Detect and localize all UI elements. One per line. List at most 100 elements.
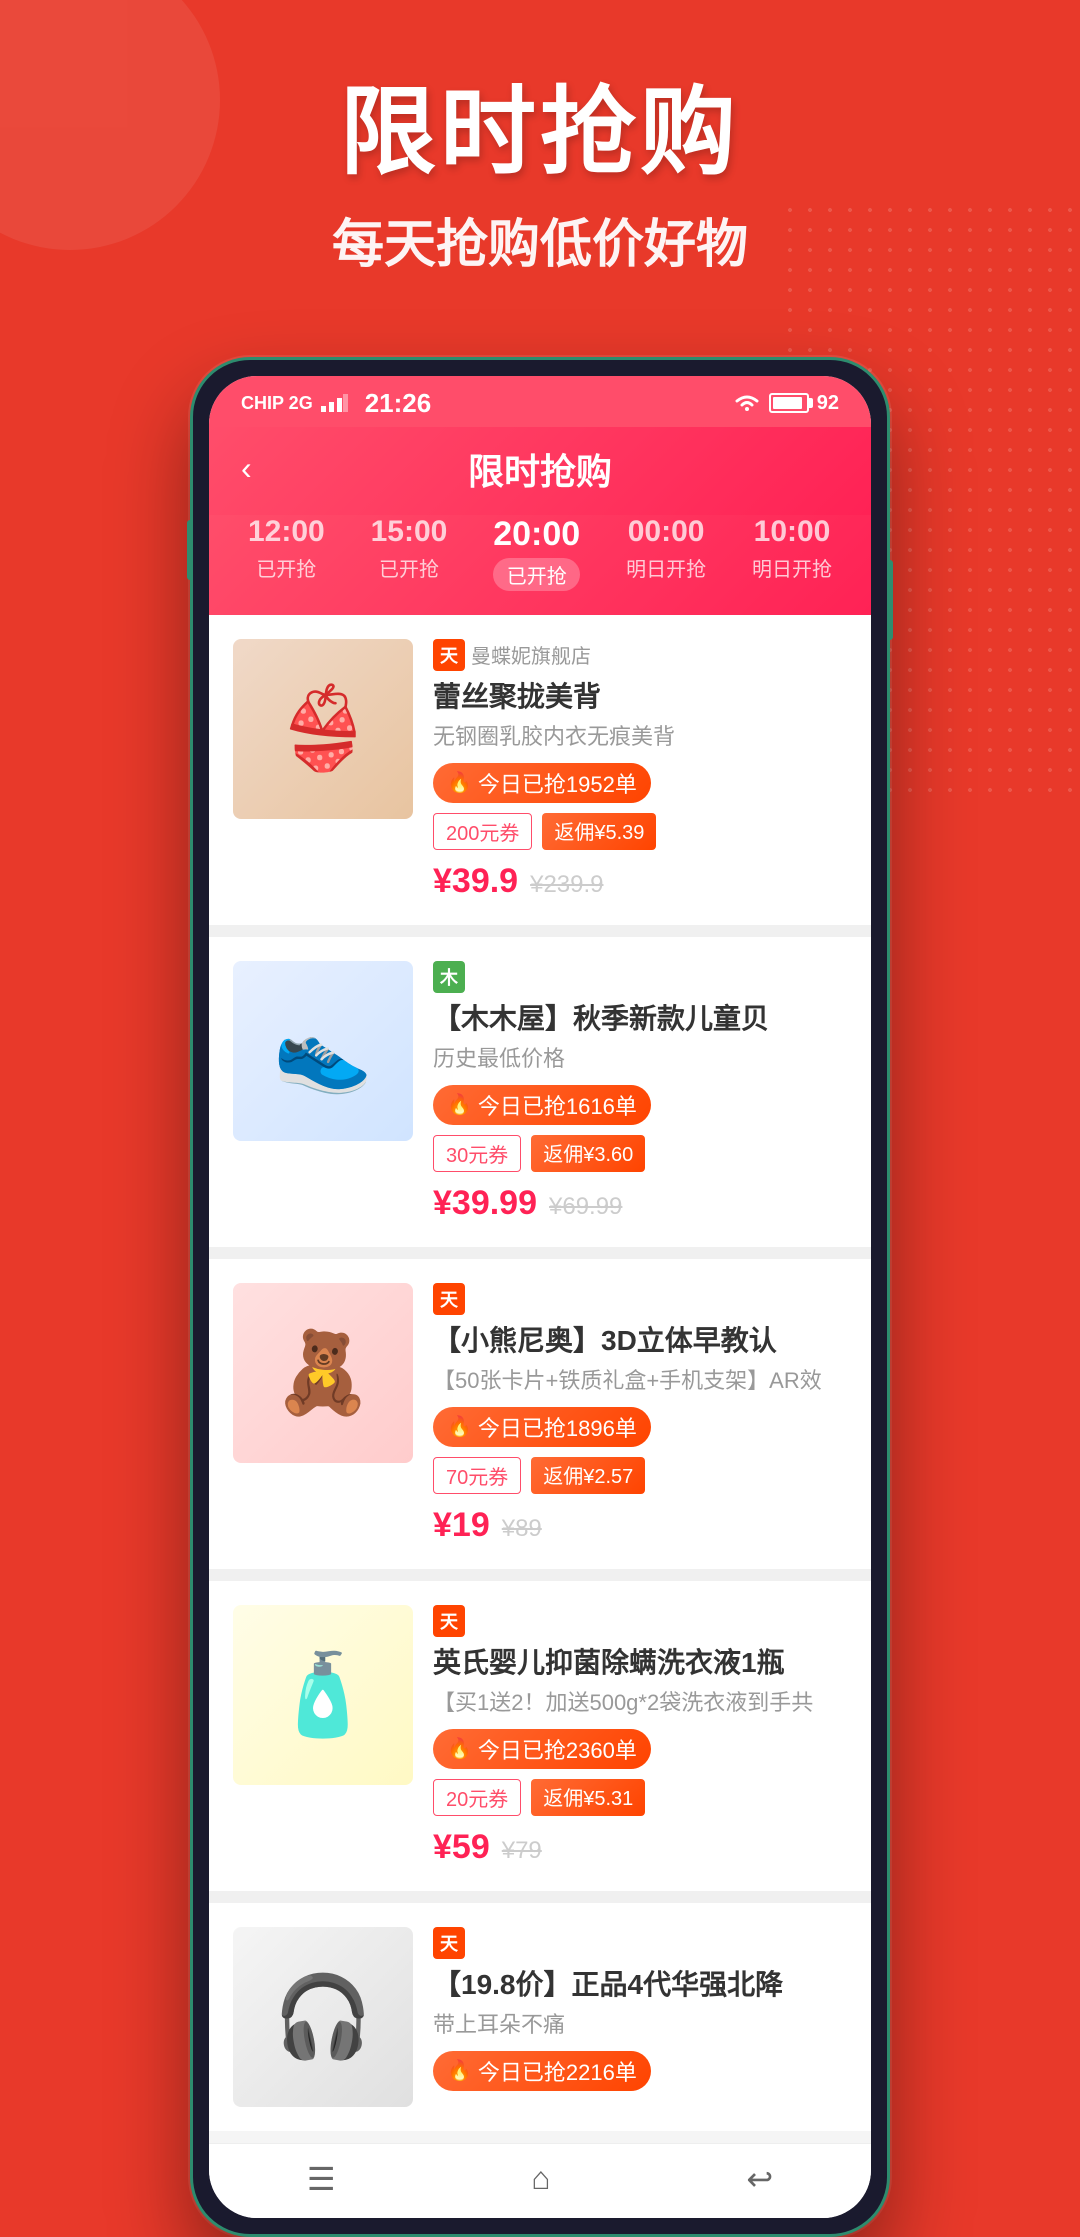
flash-count-2: 今日已抢1616单 [478,1089,637,1121]
product-desc-2: 历史最低价格 [433,1044,847,1075]
status-time: 21:26 [365,388,432,419]
product-image-5 [233,1927,413,2107]
flash-badge-1: 🔥 今日已抢1952单 [433,763,651,803]
product-info-4: 天 英氏婴儿抑菌除螨洗衣液1瓶 【买1送2！加送500g*2袋洗衣液到手共 🔥 … [433,1605,847,1867]
time-tab-15[interactable]: 15:00 已开抢 [371,515,448,591]
battery-icon [769,393,809,413]
product-name-4: 英氏婴儿抑菌除螨洗衣液1瓶 [433,1643,847,1682]
price-original-1: ¥239.9 [530,871,603,899]
product-info-5: 天 【19.8价】正品4代华强北降 带上耳朵不痛 🔥 今日已抢2216单 [433,1927,847,2101]
tmall-icon-3: 天 [433,1283,465,1315]
status-right: 92 [733,392,839,415]
flash-count-1: 今日已抢1952单 [478,767,637,799]
shop-badge-1: 天 曼蝶妮旗舰店 [433,639,591,671]
side-button-right [887,560,893,640]
product-card-5[interactable]: 天 【19.8价】正品4代华强北降 带上耳朵不痛 🔥 今日已抢2216单 [209,1903,871,2131]
phone-screen: CHIP 2G 21:26 [209,376,871,2218]
price-current-2: ¥39.99 [433,1184,537,1223]
nav-back-button[interactable]: ↩ [746,2160,773,2198]
time-tab-00-time: 00:00 [626,515,706,549]
flash-count-5: 今日已抢2216单 [478,2055,637,2087]
price-current-4: ¥59 [433,1828,490,1867]
flash-badge-2: 🔥 今日已抢1616单 [433,1085,651,1125]
time-tab-00[interactable]: 00:00 明日开抢 [626,515,706,591]
shop-badge-4: 天 [433,1605,465,1637]
flash-badge-4: 🔥 今日已抢2360单 [433,1729,651,1769]
product-card-3[interactable]: 天 【小熊尼奥】3D立体早教认 【50张卡片+铁质礼盒+手机支架】AR效 🔥 今… [209,1259,871,1569]
product-image-3 [233,1283,413,1463]
product-name-3: 【小熊尼奥】3D立体早教认 [433,1321,847,1360]
product-image-1 [233,639,413,819]
tmall-icon-4: 天 [433,1605,465,1637]
hero-title: 限时抢购 [0,80,1080,186]
time-tab-20-time: 20:00 [493,515,580,554]
price-row-1: ¥39.9 ¥239.9 [433,862,847,901]
signal-icon [321,394,349,412]
status-bar: CHIP 2G 21:26 [209,376,871,427]
time-tab-12-time: 12:00 [248,515,325,549]
bottom-nav: ☰ ⌂ ↩ [209,2143,871,2218]
hero-subtitle: 每天抢购低价好物 [0,202,1080,277]
product-name-5: 【19.8价】正品4代华强北降 [433,1965,847,2004]
product-info-3: 天 【小熊尼奥】3D立体早教认 【50张卡片+铁质礼盒+手机支架】AR效 🔥 今… [433,1283,847,1545]
price-row-2: ¥39.99 ¥69.99 [433,1184,847,1223]
time-tab-15-time: 15:00 [371,515,448,549]
fire-icon-4: 🔥 [447,1736,472,1761]
product-info-1: 天 曼蝶妮旗舰店 蕾丝聚拢美背 无钢圈乳胶内衣无痕美背 🔥 今日已抢1952单 … [433,639,847,901]
product-card-1[interactable]: 天 曼蝶妮旗舰店 蕾丝聚拢美背 无钢圈乳胶内衣无痕美背 🔥 今日已抢1952单 … [209,615,871,925]
shop-badge-3: 天 [433,1283,465,1315]
wifi-icon [733,393,761,413]
time-tab-12[interactable]: 12:00 已开抢 [248,515,325,591]
product-image-4 [233,1605,413,1785]
cashback-1: 返佣¥5.39 [542,813,656,850]
product-desc-4: 【买1送2！加送500g*2袋洗衣液到手共 [433,1688,847,1719]
back-button[interactable]: ‹ [241,450,252,487]
product-info-2: 木 【木木屋】秋季新款儿童贝 历史最低价格 🔥 今日已抢1616单 30元券 返… [433,961,847,1223]
product-name-2: 【木木屋】秋季新款儿童贝 [433,999,847,1038]
nav-menu-button[interactable]: ☰ [307,2160,336,2198]
price-original-4: ¥79 [502,1837,542,1865]
fire-icon-3: 🔥 [447,1414,472,1439]
coupon-row-3: 70元券 返佣¥2.57 [433,1457,847,1494]
time-tab-20[interactable]: 20:00 已开抢 [493,515,580,591]
coupon-3: 70元券 [433,1457,521,1494]
fire-icon-2: 🔥 [447,1092,472,1117]
time-tab-15-status: 已开抢 [371,553,448,582]
flash-count-3: 今日已抢1896单 [478,1411,637,1443]
flash-badge-3: 🔥 今日已抢1896单 [433,1407,651,1447]
tmall-icon-5: 天 [433,1927,465,1959]
coupon-row-2: 30元券 返佣¥3.60 [433,1135,847,1172]
tmall-icon-2: 木 [433,961,465,993]
status-left: CHIP 2G 21:26 [241,388,431,419]
cashback-3: 返佣¥2.57 [531,1457,645,1494]
cashback-4: 返佣¥5.31 [531,1779,645,1816]
product-name-1: 蕾丝聚拢美背 [433,677,847,716]
time-tab-10[interactable]: 10:00 明日开抢 [752,515,832,591]
time-tab-00-status: 明日开抢 [626,553,706,582]
product-card-4[interactable]: 天 英氏婴儿抑菌除螨洗衣液1瓶 【买1送2！加送500g*2袋洗衣液到手共 🔥 … [209,1581,871,1891]
shop-badge-2: 木 [433,961,465,993]
product-card-2[interactable]: 木 【木木屋】秋季新款儿童贝 历史最低价格 🔥 今日已抢1616单 30元券 返… [209,937,871,1247]
coupon-1: 200元券 [433,813,532,850]
time-tab-bar: 12:00 已开抢 15:00 已开抢 20:00 已开抢 00:00 明日开抢… [209,515,871,615]
app-header: ‹ 限时抢购 [209,427,871,515]
side-button-left [187,520,193,580]
product-desc-3: 【50张卡片+铁质礼盒+手机支架】AR效 [433,1366,847,1397]
app-title-label: 限时抢购 [468,443,612,495]
time-tab-10-time: 10:00 [752,515,832,549]
fire-icon-5: 🔥 [447,2058,472,2083]
battery-level: 92 [817,392,839,415]
coupon-2: 30元券 [433,1135,521,1172]
fire-icon-1: 🔥 [447,770,472,795]
flash-badge-5: 🔥 今日已抢2216单 [433,2051,651,2091]
coupon-4: 20元券 [433,1779,521,1816]
product-image-2 [233,961,413,1141]
product-desc-1: 无钢圈乳胶内衣无痕美背 [433,722,847,753]
price-original-3: ¥89 [502,1515,542,1543]
price-row-4: ¥59 ¥79 [433,1828,847,1867]
time-tab-12-status: 已开抢 [248,553,325,582]
nav-home-button[interactable]: ⌂ [531,2160,550,2197]
flash-count-4: 今日已抢2360单 [478,1733,637,1765]
time-tab-20-status: 已开抢 [493,558,580,591]
price-current-1: ¥39.9 [433,862,518,901]
